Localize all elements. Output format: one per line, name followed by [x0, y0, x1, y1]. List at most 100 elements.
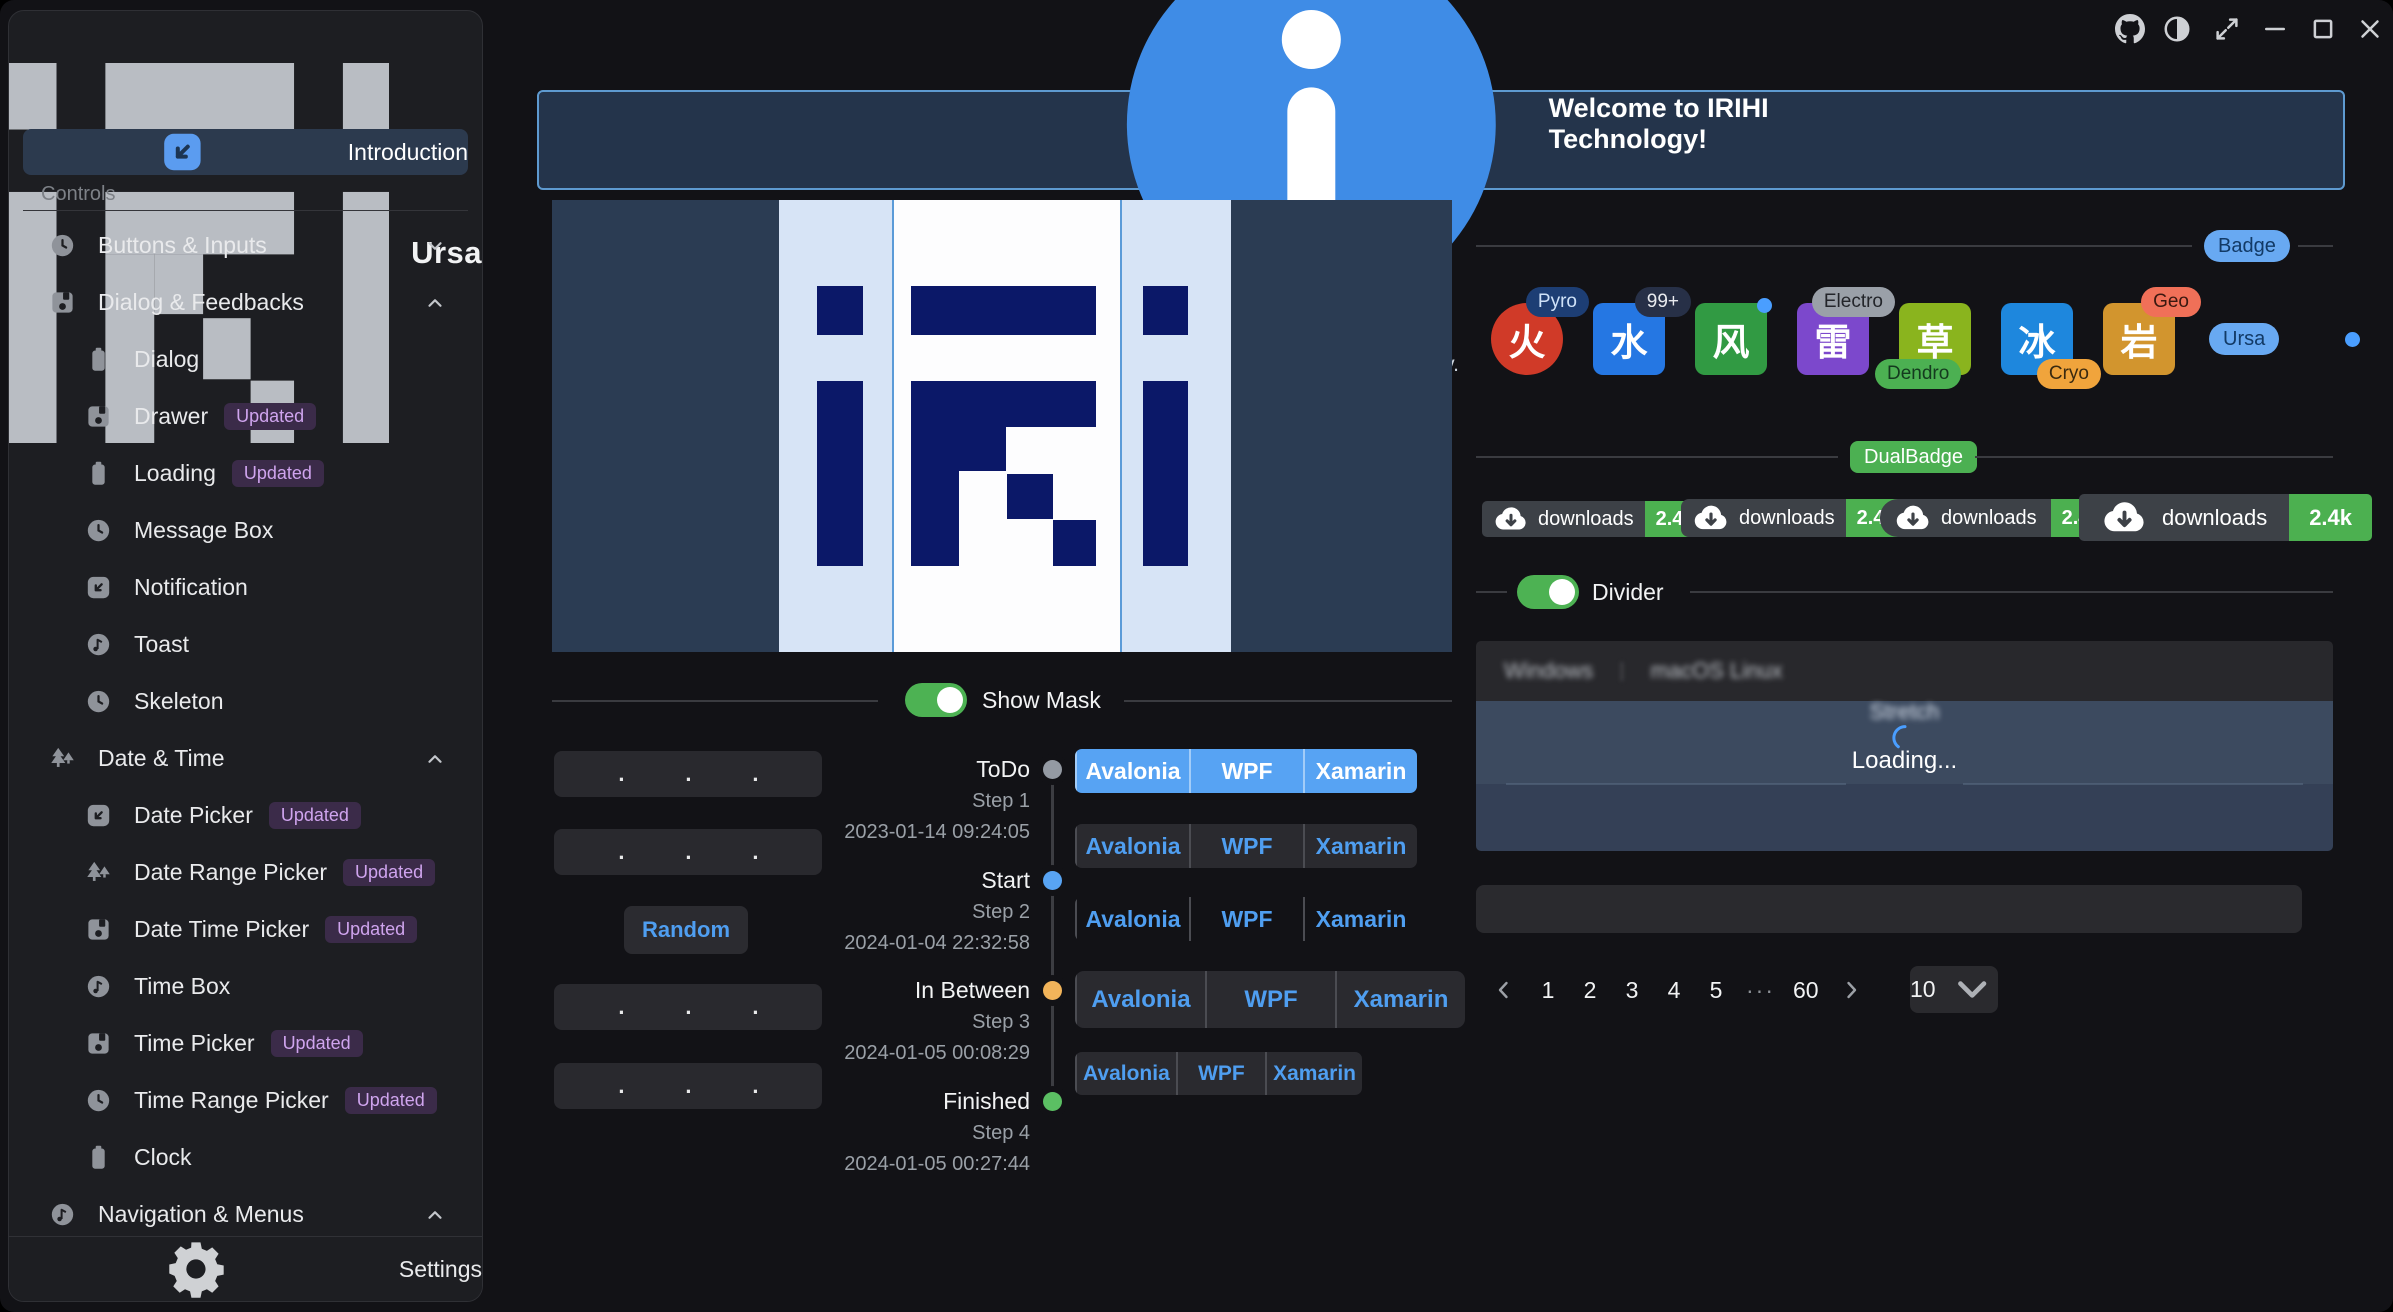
timeline-dot	[1043, 981, 1062, 1000]
sidebar-item-introduction[interactable]: Introduction	[23, 129, 468, 175]
page-number-button[interactable]: 4	[1658, 970, 1690, 1010]
group-button[interactable]: Avalonia	[1075, 1052, 1176, 1095]
github-button[interactable]	[2109, 8, 2151, 50]
gear-icon	[9, 1237, 383, 1301]
group-button[interactable]: WPF	[1189, 897, 1303, 941]
corner-badge: Pyro	[1526, 287, 1589, 317]
sidebar-item[interactable]: Drawer Updated	[23, 388, 468, 445]
group-button[interactable]: Avalonia	[1075, 749, 1189, 793]
sidebar-item[interactable]: Time Picker Updated	[23, 1015, 468, 1072]
sidebar-item-label: Message Box	[134, 517, 273, 544]
settings-label: Settings	[399, 1256, 482, 1283]
dual-badge: downloads 2.4k	[1880, 499, 2112, 537]
chevron-down-icon	[1946, 966, 1998, 1013]
group-button[interactable]: Xamarin	[1335, 971, 1465, 1028]
group-button[interactable]: Xamarin	[1303, 749, 1417, 793]
logo-pixel	[1053, 520, 1095, 566]
standalone-dot-badge	[2345, 332, 2360, 347]
divider-line	[1476, 456, 1838, 458]
sidebar-item[interactable]: Notification	[23, 559, 468, 616]
sidebar-item-label: Navigation & Menus	[98, 1201, 304, 1228]
page-number-button[interactable]: 60	[1789, 970, 1823, 1010]
badge-tile: 冰 Cryo	[2001, 303, 2073, 375]
button-group-dark: AvaloniaWPFXamarin	[1075, 824, 1417, 868]
toggle-knob	[937, 687, 963, 713]
close-button[interactable]	[2349, 8, 2391, 50]
fullscreen-button[interactable]	[2206, 8, 2248, 50]
group-button[interactable]: WPF	[1176, 1052, 1265, 1095]
theme-toggle-button[interactable]	[2156, 8, 2198, 50]
sidebar-item[interactable]: Date Time Picker Updated	[23, 901, 468, 958]
sidebar-item[interactable]: Time Range Picker Updated	[23, 1072, 468, 1129]
cloud-download-icon	[1493, 501, 1529, 537]
sidebar-item[interactable]: Message Box	[23, 502, 468, 559]
dual-badge-label: downloads	[1739, 507, 1835, 530]
sidebar-item[interactable]: Time Box	[23, 958, 468, 1015]
group-button[interactable]: Avalonia	[1075, 824, 1189, 868]
group-button[interactable]: WPF	[1189, 749, 1303, 793]
divider-line	[1476, 591, 1507, 593]
sidebar-item[interactable]: Dialog	[23, 331, 468, 388]
sidebar-item[interactable]: Loading Updated	[23, 445, 468, 502]
sidebar-item[interactable]: Navigation & Menus	[23, 1186, 468, 1239]
tab-macos-linux[interactable]: macOS Linux	[1644, 657, 1788, 685]
minimize-button[interactable]	[2254, 8, 2296, 50]
content-divider	[1963, 783, 2303, 785]
timeline-step-name: ToDo	[700, 754, 1030, 784]
badge-tile: 雷 Electro	[1797, 303, 1869, 375]
ip-dot: .	[618, 839, 624, 865]
tab-windows[interactable]: Windows	[1498, 657, 1599, 685]
divider-toggle-label: Divider	[1592, 579, 1664, 606]
dual-badge: downloads 2.4k	[2079, 494, 2372, 541]
divider-toggle[interactable]	[1517, 575, 1579, 609]
logo-pixel	[817, 286, 864, 335]
empty-text-input[interactable]	[1476, 885, 2302, 933]
page-number-button[interactable]: 1	[1532, 970, 1564, 1010]
logo-mask-image	[552, 200, 1452, 652]
sidebar-item-label: Skeleton	[134, 688, 224, 715]
sidebar-item[interactable]: Buttons & Inputs	[23, 217, 468, 274]
sidebar-item[interactable]: Dialog & Feedbacks	[23, 274, 468, 331]
group-button[interactable]: Xamarin	[1303, 824, 1417, 868]
updated-badge: Updated	[224, 403, 316, 430]
page-numbers: 12345 ··· 60	[1532, 970, 1823, 1010]
sidebar-item[interactable]: Date Picker Updated	[23, 787, 468, 844]
element-char: 冰	[2019, 312, 2056, 366]
badge-tile: 风	[1695, 303, 1767, 375]
floppy-icon	[85, 403, 112, 430]
page-number-button[interactable]: 2	[1574, 970, 1606, 1010]
badge-tile: 草 Dendro	[1899, 303, 1971, 375]
banner-title: Welcome to IRIHI Technology!	[1549, 93, 1792, 155]
group-button[interactable]: Xamarin	[1303, 897, 1417, 941]
toggle-knob	[1549, 579, 1575, 605]
button-group-small: AvaloniaWPFXamarin	[1075, 1052, 1362, 1095]
page-number-button[interactable]: ···	[1742, 970, 1779, 1010]
next-page-button[interactable]	[1833, 972, 1869, 1008]
prev-page-button[interactable]	[1486, 972, 1522, 1008]
group-button[interactable]: Avalonia	[1075, 897, 1189, 941]
sidebar-item-settings[interactable]: Settings	[9, 1236, 482, 1301]
page-number-button[interactable]: 5	[1700, 970, 1732, 1010]
cloud-download-icon	[1894, 499, 1932, 537]
dot-badge	[1757, 298, 1772, 313]
sidebar-item[interactable]: Toast	[23, 616, 468, 673]
sidebar-item[interactable]: Clock	[23, 1129, 468, 1186]
group-button[interactable]: Xamarin	[1265, 1052, 1362, 1095]
group-button[interactable]: WPF	[1189, 824, 1303, 868]
timeline-step-time: 2024-01-05 00:08:29	[700, 1038, 1030, 1068]
sidebar-item[interactable]: Skeleton	[23, 673, 468, 730]
sidebar-item[interactable]: Date & Time	[23, 730, 468, 787]
element-char: 岩	[2121, 312, 2158, 366]
sidebar-item[interactable]: Date Range Picker Updated	[23, 844, 468, 901]
logo-pixel	[1007, 474, 1054, 519]
maximize-button[interactable]	[2302, 8, 2344, 50]
element-char: 火	[1509, 312, 1546, 366]
loading-panel-tabs: Windows | macOS Linux	[1476, 641, 2333, 701]
page-size-select[interactable]: 10	[1910, 966, 1998, 1013]
timeline-step-index: Step 2	[700, 897, 1030, 928]
group-button[interactable]: Avalonia	[1075, 971, 1205, 1028]
group-button[interactable]: WPF	[1205, 971, 1335, 1028]
show-mask-toggle[interactable]	[905, 683, 967, 717]
page-number-button[interactable]: 3	[1616, 970, 1648, 1010]
element-tile: 风	[1695, 303, 1767, 375]
